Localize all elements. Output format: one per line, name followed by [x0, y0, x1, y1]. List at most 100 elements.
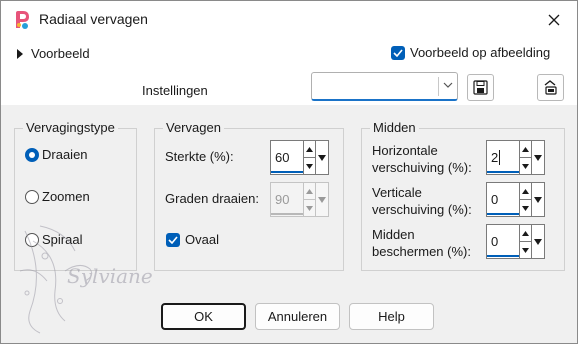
vertical-offset-value: 0 [491, 192, 499, 207]
preview-expander[interactable]: Voorbeeld [17, 46, 90, 61]
strength-increment[interactable] [304, 141, 315, 157]
twist-dropdown [316, 182, 329, 217]
twist-increment [304, 183, 315, 199]
horizontal-offset-decrement[interactable] [520, 157, 531, 174]
save-disk-icon [473, 80, 488, 95]
twist-decrement [304, 199, 315, 216]
twist-degrees-spinner: 90 [270, 182, 329, 217]
protect-center-decrement[interactable] [520, 241, 531, 258]
horizontal-offset-label-line1: Horizontale [372, 143, 438, 158]
triangle-down-icon [318, 154, 326, 161]
arrow-down-icon [522, 163, 529, 169]
preset-manager-icon [544, 80, 557, 95]
input-focus-underline [271, 171, 303, 173]
top-area: Voorbeeld Voorbeeld op afbeelding Instel… [1, 38, 577, 105]
input-focus-underline [487, 255, 519, 257]
triangle-down-icon [318, 196, 326, 203]
settings-label: Instellingen [142, 83, 208, 98]
preview-on-image-label: Voorbeeld op afbeelding [410, 45, 551, 60]
blur-title: Vervagen [163, 120, 224, 135]
ok-button[interactable]: OK [161, 303, 246, 330]
radio-twist-label: Draaien [42, 147, 88, 162]
expand-triangle-icon [17, 48, 23, 59]
arrow-down-icon [306, 163, 313, 169]
strength-value: 60 [275, 150, 290, 165]
arrow-up-icon [306, 146, 313, 152]
strength-dropdown[interactable] [316, 140, 329, 175]
input-underline [271, 213, 303, 215]
vertical-offset-increment[interactable] [520, 183, 531, 199]
arrow-up-icon [522, 230, 529, 236]
arrow-up-icon [306, 188, 313, 194]
twist-degrees-label: Graden draaien: [165, 191, 259, 206]
protect-center-label-line1: Midden [372, 227, 415, 242]
horizontal-offset-label: Horizontale verschuiving (%): [372, 142, 472, 176]
text-cursor [499, 150, 501, 165]
arrow-down-icon [522, 205, 529, 211]
help-button[interactable]: Help [349, 303, 434, 330]
triangle-down-icon [534, 154, 542, 161]
twist-step-buttons [303, 182, 316, 217]
protect-center-value: 0 [491, 234, 499, 249]
horizontal-offset-dropdown[interactable] [532, 140, 545, 175]
protect-center-input[interactable]: 0 [486, 224, 519, 259]
ellipse-label: Ovaal [185, 232, 219, 247]
twist-degrees-input: 90 [270, 182, 303, 217]
vertical-offset-label: Verticale verschuiving (%): [372, 184, 472, 218]
horizontal-offset-increment[interactable] [520, 141, 531, 157]
preview-expander-label: Voorbeeld [31, 46, 90, 61]
protect-center-dropdown[interactable] [532, 224, 545, 259]
strength-label: Sterkte (%): [165, 149, 234, 164]
protect-center-label: Midden beschermen (%): [372, 226, 471, 260]
strength-step-buttons [303, 140, 316, 175]
preset-options-button[interactable] [537, 74, 564, 101]
radio-zoom[interactable]: Zoomen [25, 189, 90, 204]
vertical-offset-input[interactable]: 0 [486, 182, 519, 217]
strength-input[interactable]: 60 [270, 140, 303, 175]
center-group: Midden Horizontale verschuiving (%): 2 V… [361, 120, 565, 271]
protect-center-label-line2: beschermen (%): [372, 244, 471, 259]
protect-center-spinner[interactable]: 0 [486, 224, 545, 259]
save-preset-button[interactable] [467, 74, 494, 101]
dialog-window: Radiaal vervagen Voorbeeld Voorbeeld op … [0, 0, 578, 344]
radio-zoom-label: Zoomen [42, 189, 90, 204]
arrow-down-icon [306, 205, 313, 211]
settings-preset-select[interactable] [311, 72, 458, 101]
vertical-offset-spinner[interactable]: 0 [486, 182, 545, 217]
chevron-down-icon [443, 82, 453, 88]
close-button[interactable] [531, 1, 577, 38]
horizontal-offset-label-line2: verschuiving (%): [372, 160, 472, 175]
horizontal-offset-input[interactable]: 2 [486, 140, 519, 175]
horizontal-step-buttons [519, 140, 532, 175]
vertical-offset-label-line1: Verticale [372, 185, 422, 200]
strength-spinner[interactable]: 60 [270, 140, 329, 175]
vertical-offset-label-line2: verschuiving (%): [372, 202, 472, 217]
blur-type-title: Vervagingstype [23, 120, 118, 135]
vertical-offset-dropdown[interactable] [532, 182, 545, 217]
radio-unselected-icon [25, 189, 39, 204]
select-separator [438, 77, 439, 96]
watermark-text: Sylviane [67, 264, 153, 288]
checkbox-checked-icon [391, 45, 405, 60]
vertical-step-buttons [519, 182, 532, 217]
horizontal-offset-value: 2 [491, 150, 499, 165]
arrow-down-icon [522, 247, 529, 253]
title-bar: Radiaal vervagen [1, 1, 577, 38]
cancel-button[interactable]: Annuleren [255, 303, 340, 330]
input-focus-underline [487, 213, 519, 215]
vertical-offset-decrement[interactable] [520, 199, 531, 216]
strength-decrement[interactable] [304, 157, 315, 174]
arrow-up-icon [522, 188, 529, 194]
horizontal-offset-spinner[interactable]: 2 [486, 140, 545, 175]
window-title: Radiaal vervagen [39, 11, 148, 27]
watermark: Sylviane [19, 225, 153, 334]
preview-on-image-checkbox[interactable]: Voorbeeld op afbeelding [391, 45, 550, 60]
app-logo-icon [16, 11, 29, 29]
protect-step-buttons [519, 224, 532, 259]
twist-degrees-value: 90 [275, 192, 290, 207]
radio-selected-icon [25, 147, 39, 162]
triangle-down-icon [534, 238, 542, 245]
protect-center-increment[interactable] [520, 225, 531, 241]
close-icon [548, 14, 560, 25]
radio-twist[interactable]: Draaien [25, 147, 88, 162]
